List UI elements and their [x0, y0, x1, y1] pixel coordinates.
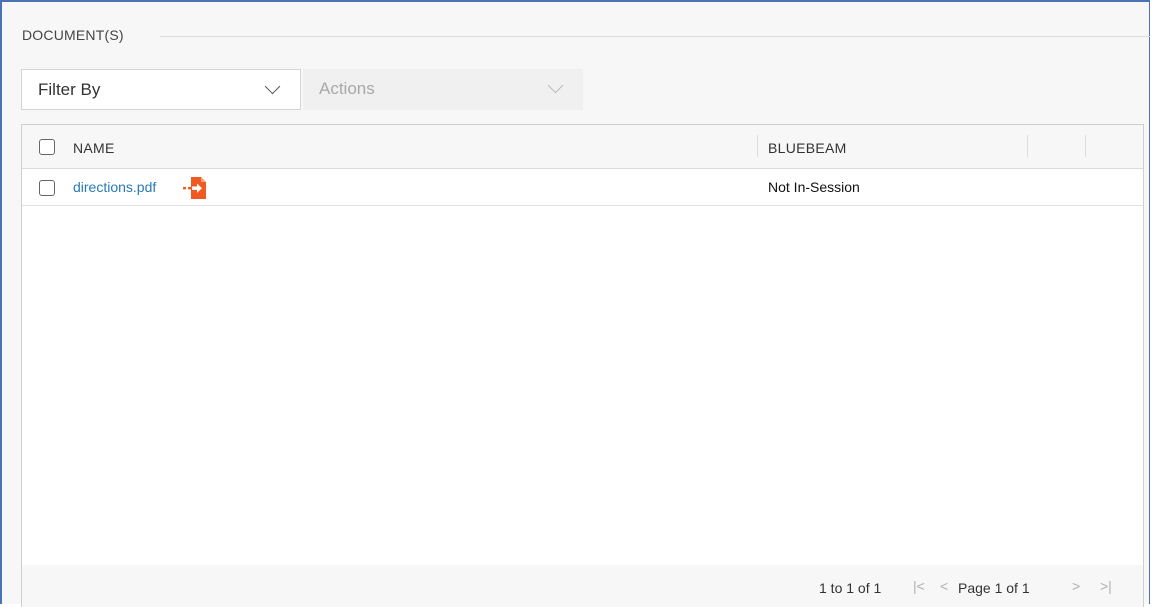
actions-dropdown[interactable]: Actions [303, 69, 583, 110]
page-indicator: Page 1 of 1 [958, 580, 1030, 596]
chevron-down-icon [547, 77, 564, 94]
next-page-icon[interactable]: > [1072, 578, 1080, 594]
range-label: 1 to 1 of 1 [819, 580, 882, 596]
bluebeam-status: Not In-Session [768, 179, 860, 195]
pdf-export-icon[interactable] [182, 175, 208, 201]
chevron-down-icon [264, 78, 281, 95]
section-divider [160, 36, 1150, 37]
pagination-bar: 1 to 1 of 1 |< < Page 1 of 1 > >| [21, 565, 1144, 607]
column-header-bluebeam[interactable]: BLUEBEAM [768, 140, 847, 156]
column-separator[interactable] [1085, 135, 1086, 157]
table-row[interactable]: directions.pdf Not In-Session [22, 169, 1143, 206]
column-separator[interactable] [757, 135, 758, 157]
row-checkbox[interactable] [39, 180, 55, 196]
documents-panel: DOCUMENT(S) Filter By Actions NAME BLUEB… [0, 0, 1150, 607]
select-all-checkbox[interactable] [39, 139, 55, 155]
document-link[interactable]: directions.pdf [73, 179, 156, 195]
grid-header: NAME BLUEBEAM [22, 125, 1143, 169]
first-page-icon[interactable]: |< [913, 578, 925, 594]
section-title: DOCUMENT(S) [22, 27, 124, 43]
documents-grid: NAME BLUEBEAM directions.pdf Not In-Sess… [21, 124, 1144, 566]
filter-by-label: Filter By [38, 80, 101, 99]
last-page-icon[interactable]: >| [1100, 578, 1112, 594]
previous-page-icon[interactable]: < [940, 578, 948, 594]
filter-by-dropdown[interactable]: Filter By [21, 69, 301, 110]
column-separator[interactable] [1027, 135, 1028, 157]
actions-label: Actions [319, 79, 375, 98]
column-header-name[interactable]: NAME [73, 140, 115, 156]
